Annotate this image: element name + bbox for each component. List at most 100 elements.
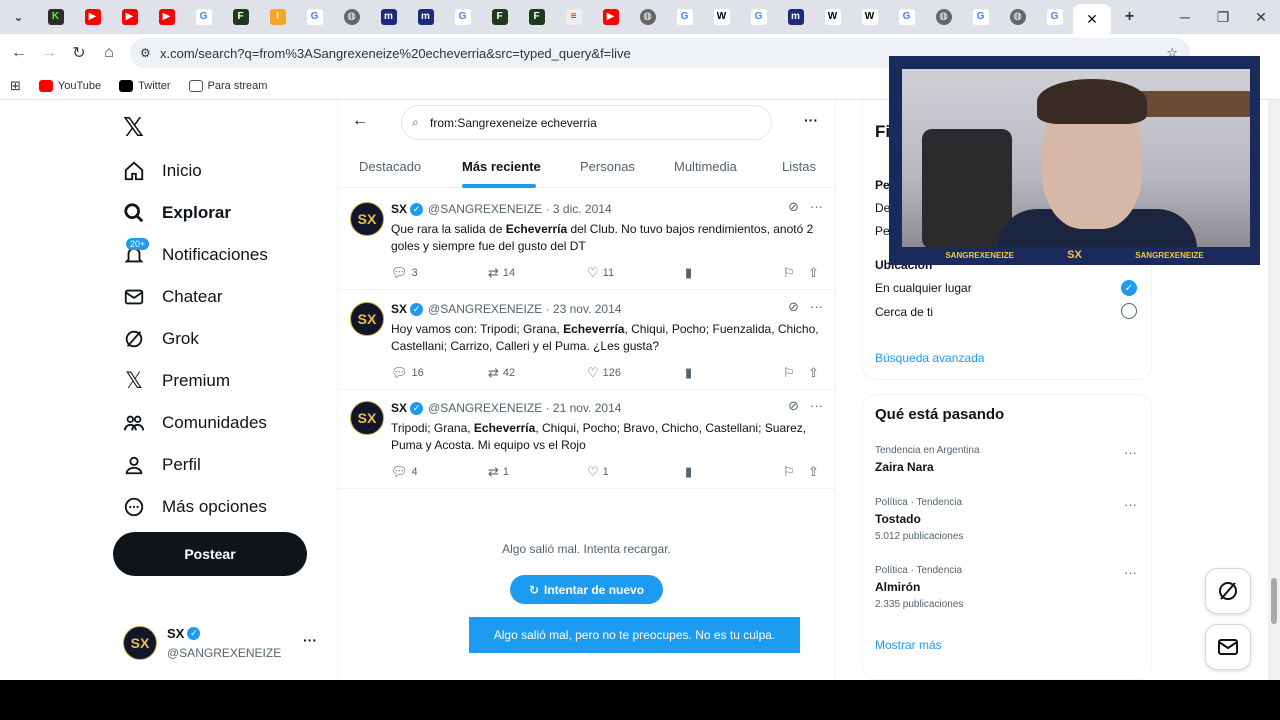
trend-item[interactable]: Política · Tendencia Almirón 2.335 publi…: [875, 565, 963, 610]
browser-tab[interactable]: ◍: [333, 0, 370, 34]
trend-item[interactable]: Tendencia en Argentina Zaira Nara: [875, 445, 980, 474]
radio-unchecked-icon[interactable]: [1121, 303, 1137, 319]
browser-tab[interactable]: G: [444, 0, 481, 34]
avatar[interactable]: SX: [350, 302, 384, 336]
browser-tab[interactable]: ≡: [555, 0, 592, 34]
retweet-button[interactable]: ⇄ 1: [488, 464, 509, 480]
more-icon[interactable]: ···: [1124, 445, 1137, 460]
location-option-nearby[interactable]: Cerca de ti: [875, 305, 933, 319]
location-option-anywhere[interactable]: En cualquier lugar: [875, 281, 972, 295]
browser-tab[interactable]: G: [666, 0, 703, 34]
bookmark-twitter[interactable]: Twitter: [119, 79, 171, 92]
browser-tab[interactable]: F: [481, 0, 518, 34]
x-logo-icon[interactable]: 𝕏: [123, 112, 144, 143]
tweet-date[interactable]: · 3 dic. 2014: [546, 202, 612, 216]
radio-checked-icon[interactable]: ✓: [1121, 280, 1137, 296]
new-tab-button[interactable]: +: [1111, 0, 1148, 34]
browser-tab[interactable]: ▶: [148, 0, 185, 34]
page-scrollbar[interactable]: [1268, 100, 1280, 680]
active-tab-close[interactable]: ✕: [1073, 4, 1111, 34]
nav-comunidades[interactable]: Comunidades: [113, 402, 267, 444]
browser-tab[interactable]: G: [1036, 0, 1073, 34]
bookmark-button[interactable]: ⚐: [783, 464, 799, 480]
reply-button[interactable]: 💬︎ 4: [391, 464, 418, 480]
browser-tab[interactable]: W: [703, 0, 740, 34]
nav-mas-opciones[interactable]: Más opciones: [113, 486, 267, 528]
browser-tab[interactable]: ▶: [111, 0, 148, 34]
like-button[interactable]: ♡ 126: [587, 365, 621, 381]
tweet-handle[interactable]: @SANGREXENEIZE: [428, 302, 542, 316]
bookmark-button[interactable]: ⚐: [783, 365, 799, 381]
bookmark-youtube[interactable]: YouTube: [38, 79, 101, 92]
tweet-author[interactable]: SX: [391, 302, 407, 316]
tweet[interactable]: SX SX ✓ @SANGREXENEIZE · 23 nov. 2014 ⊘ …: [338, 291, 835, 390]
forward-button[interactable]: →: [34, 44, 64, 62]
browser-tab[interactable]: F: [518, 0, 555, 34]
minimize-button[interactable]: ─: [1166, 0, 1204, 34]
show-more-link[interactable]: Mostrar más: [875, 638, 942, 652]
browser-tab[interactable]: m: [407, 0, 444, 34]
window-close-button[interactable]: ✕: [1242, 0, 1280, 34]
browser-tab[interactable]: W: [851, 0, 888, 34]
browser-tab[interactable]: K: [37, 0, 74, 34]
browser-tab[interactable]: ◍: [629, 0, 666, 34]
like-button[interactable]: ♡ 11: [587, 265, 614, 281]
browser-tab[interactable]: G: [962, 0, 999, 34]
browser-tab[interactable]: ◍: [925, 0, 962, 34]
nav-chatear[interactable]: Chatear: [113, 276, 222, 318]
tweet[interactable]: SX SX ✓ @SANGREXENEIZE · 21 nov. 2014 ⊘ …: [338, 390, 835, 489]
browser-tab[interactable]: G: [740, 0, 777, 34]
views-button[interactable]: ▮: [685, 464, 696, 480]
like-button[interactable]: ♡ 1: [587, 464, 609, 480]
grok-float-button[interactable]: [1205, 568, 1251, 614]
people-option[interactable]: Pe: [875, 224, 890, 238]
nav-explorar[interactable]: Explorar: [113, 192, 231, 234]
more-icon[interactable]: ···: [810, 199, 823, 214]
bookmark-folder[interactable]: Para stream: [188, 79, 267, 92]
nav-grok[interactable]: Grok: [113, 318, 199, 360]
browser-tab[interactable]: W: [814, 0, 851, 34]
more-icon[interactable]: ···: [1124, 565, 1137, 580]
tweet-author[interactable]: SX: [391, 401, 407, 415]
scrollbar-thumb[interactable]: [1271, 578, 1277, 624]
tweet[interactable]: SX SX ✓ @SANGREXENEIZE · 3 dic. 2014 ⊘ ·…: [338, 191, 835, 290]
share-button[interactable]: ⇧: [808, 464, 823, 480]
back-arrow-icon[interactable]: ←: [352, 112, 368, 130]
close-icon[interactable]: ✕: [1086, 11, 1098, 28]
grok-icon[interactable]: ⊘: [788, 299, 799, 315]
tab-destacado[interactable]: Destacado: [359, 159, 421, 174]
tweet-date[interactable]: · 23 nov. 2014: [546, 302, 622, 316]
apps-grid-icon[interactable]: ⊞: [10, 78, 21, 94]
tab-personas[interactable]: Personas: [580, 159, 635, 174]
browser-tab[interactable]: F: [222, 0, 259, 34]
avatar[interactable]: SX: [350, 202, 384, 236]
browser-tab[interactable]: ▶: [74, 0, 111, 34]
more-icon[interactable]: ···: [810, 299, 823, 314]
views-button[interactable]: ▮: [685, 365, 696, 381]
advanced-search-link[interactable]: Búsqueda avanzada: [875, 351, 984, 365]
share-button[interactable]: ⇧: [808, 265, 823, 281]
browser-tab[interactable]: I: [259, 0, 296, 34]
retry-button[interactable]: ↻ Intentar de nuevo: [510, 575, 663, 604]
browser-tab[interactable]: ▶: [592, 0, 629, 34]
nav-perfil[interactable]: Perfil: [113, 444, 201, 486]
post-button[interactable]: Postear: [113, 532, 307, 576]
avatar[interactable]: SX: [350, 401, 384, 435]
more-icon[interactable]: ···: [303, 632, 317, 648]
grok-icon[interactable]: ⊘: [788, 199, 799, 215]
browser-tab[interactable]: G: [296, 0, 333, 34]
maximize-button[interactable]: ❐: [1204, 0, 1242, 34]
nav-notificaciones[interactable]: 20+ Notificaciones: [113, 234, 268, 276]
browser-tab[interactable]: G: [185, 0, 222, 34]
browser-tab[interactable]: G: [888, 0, 925, 34]
home-button[interactable]: ⌂: [94, 44, 124, 62]
site-info-icon[interactable]: ⚙: [140, 46, 151, 60]
tweet-date[interactable]: · 21 nov. 2014: [546, 401, 622, 415]
share-button[interactable]: ⇧: [808, 365, 823, 381]
reply-button[interactable]: 💬︎ 3: [391, 265, 418, 281]
browser-tab[interactable]: m: [777, 0, 814, 34]
tab-multimedia[interactable]: Multimedia: [674, 159, 737, 174]
retweet-button[interactable]: ⇄ 42: [488, 365, 515, 381]
tweet-author[interactable]: SX: [391, 202, 407, 216]
retweet-button[interactable]: ⇄ 14: [488, 265, 515, 281]
